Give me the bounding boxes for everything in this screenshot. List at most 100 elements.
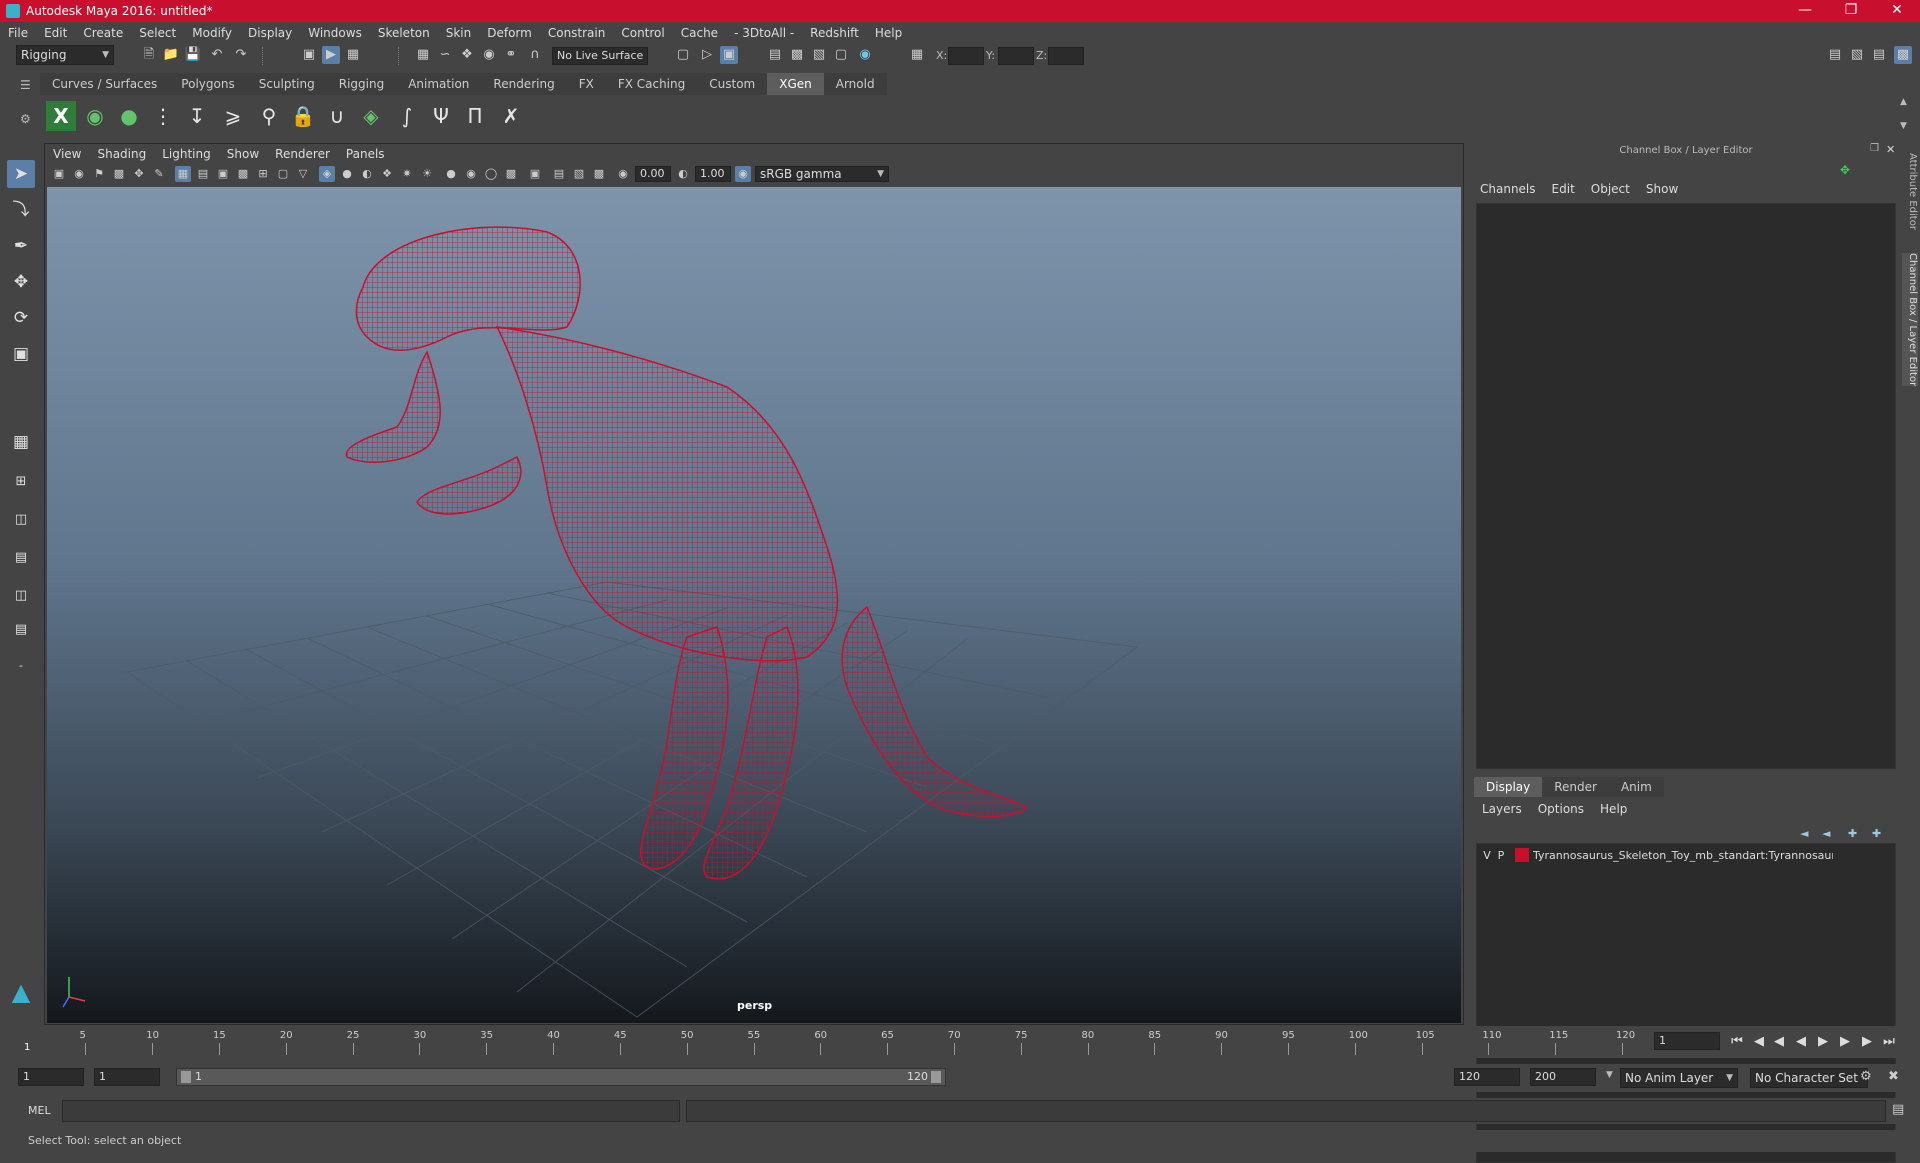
layer-tab-render[interactable]: Render (1542, 777, 1609, 797)
render-setup-icon[interactable]: ▧ (810, 46, 828, 64)
menu-constrain[interactable]: Constrain (540, 26, 614, 40)
anim-layer-dropdown[interactable]: No Anim Layer ▼ (1620, 1068, 1738, 1088)
safe-title-icon[interactable]: ▽ (295, 166, 311, 182)
range-start-handle[interactable] (181, 1071, 191, 1083)
shelf-tab-fx[interactable]: FX (566, 73, 606, 95)
new-scene-icon[interactable]: 🗎 (140, 46, 158, 64)
snap-view-plane-icon[interactable]: ◉ (480, 46, 498, 64)
new-layer-selected-icon[interactable]: ✚ (1872, 827, 1881, 840)
select-hierarchy-icon[interactable]: ▣ (300, 46, 318, 64)
lasso-tool-icon[interactable]: ⤵ (7, 196, 35, 224)
channel-box-menu-show[interactable]: Show (1638, 182, 1686, 196)
undo-icon[interactable]: ↶ (208, 46, 226, 64)
layer-tab-display[interactable]: Display (1474, 777, 1543, 797)
menu-display[interactable]: Display (240, 26, 300, 40)
four-view-layout-icon[interactable]: ⊞ (7, 468, 35, 496)
layer-visibility-toggle[interactable]: V (1481, 849, 1493, 862)
shelf-tab-curves-surfaces[interactable]: Curves / Surfaces (40, 73, 170, 95)
float-panel-icon[interactable]: ❐ (1870, 143, 1879, 154)
range-end-handle[interactable] (931, 1071, 941, 1083)
grid-toggle-icon[interactable]: ▦ (175, 166, 191, 182)
wireframe-shading-icon[interactable]: ◈ (319, 166, 335, 182)
gate-mask-icon[interactable]: ▩ (235, 166, 251, 182)
script-language-button[interactable]: MEL (28, 1104, 51, 1117)
anti-aliasing-icon[interactable]: ◯ (483, 166, 499, 182)
y-coordinate-field[interactable] (998, 47, 1034, 65)
save-scene-icon[interactable]: 💾 (184, 46, 202, 64)
render-settings-icon[interactable]: ▤ (766, 46, 784, 64)
menu-file[interactable]: File (0, 26, 36, 40)
go-to-end-icon[interactable]: ⏭ (1880, 1033, 1898, 1051)
isolate-select-icon[interactable]: ▣ (527, 166, 543, 182)
smooth-shade-icon[interactable]: ● (339, 166, 355, 182)
x-coordinate-field[interactable] (948, 47, 984, 65)
persp-hypershade-layout-icon[interactable]: ◫ (7, 582, 35, 610)
shelf-tab-animation[interactable]: Animation (396, 73, 482, 95)
shelf-tab-sculpting[interactable]: Sculpting (246, 73, 327, 95)
render-view-icon[interactable]: ▢ (674, 46, 692, 64)
viewport-menu-shading[interactable]: Shading (89, 147, 154, 161)
make-live-icon[interactable]: ⚭ (502, 46, 520, 64)
paint-select-tool-icon[interactable]: ✒ (7, 232, 35, 260)
character-set-dropdown[interactable]: No Character Set (1750, 1068, 1868, 1088)
step-forward-frame-icon[interactable]: ▶ (1858, 1033, 1876, 1051)
range-bar[interactable]: 1 120 (176, 1068, 946, 1086)
menu-3dtoall[interactable]: - 3DtoAll - (726, 26, 802, 40)
viewport-menu-show[interactable]: Show (219, 147, 267, 161)
chevron-down-icon[interactable]: ▼ (1606, 1070, 1613, 1080)
side-tab-attribute-editor[interactable]: Attribute Editor (1902, 153, 1918, 230)
play-forwards-icon[interactable]: ▶ (1814, 1033, 1832, 1051)
command-input[interactable] (62, 1100, 680, 1122)
gamma-icon[interactable]: ◐ (675, 166, 691, 182)
xgen-description-icon[interactable]: ● (114, 101, 144, 131)
bookmark-icon[interactable]: ⚑ (91, 166, 107, 182)
script-editor-icon[interactable]: ▤ (1892, 1102, 1904, 1117)
viewport-menu-lighting[interactable]: Lighting (154, 147, 219, 161)
snap-curve-icon[interactable]: ∽ (436, 46, 454, 64)
menu-skeleton[interactable]: Skeleton (370, 26, 438, 40)
menu-modify[interactable]: Modify (184, 26, 240, 40)
menu-select[interactable]: Select (131, 26, 184, 40)
magnet-icon[interactable]: ∩ (526, 46, 544, 64)
manipulator-icon[interactable]: ✥ (1840, 163, 1850, 177)
playback-start-field[interactable]: 1 (94, 1068, 160, 1086)
resolution-gate-icon[interactable]: ▣ (215, 166, 231, 182)
menu-skin[interactable]: Skin (438, 26, 480, 40)
layer-tab-anim[interactable]: Anim (1608, 777, 1664, 797)
shelf-settings-icon[interactable]: ⚙ (20, 112, 34, 126)
wireframe-on-shaded-icon[interactable]: ◐ (359, 166, 375, 182)
move-tool-icon[interactable]: ✥ (7, 268, 35, 296)
xgen-editor-icon[interactable]: X (46, 101, 76, 131)
2d-pan-zoom-icon[interactable]: ✥ (131, 166, 147, 182)
modeling-toolkit-icon[interactable]: ▤ (1826, 46, 1844, 64)
side-tab-channel-box[interactable]: Channel Box / Layer Editor (1902, 253, 1918, 387)
hypershade-icon[interactable]: ▩ (788, 46, 806, 64)
tool-settings-toggle-icon[interactable]: ▤ (1870, 46, 1888, 64)
shelf-tab-rendering[interactable]: Rendering (481, 73, 567, 95)
persp-viewport[interactable]: persp (47, 187, 1461, 1023)
z-coordinate-field[interactable] (1048, 47, 1084, 65)
menu-redshift[interactable]: Redshift (802, 26, 867, 40)
add-guide-icon[interactable]: ↧ (182, 101, 212, 131)
single-perspective-layout-icon[interactable]: ▦ (7, 428, 35, 456)
motion-blur-icon[interactable]: ◉ (463, 166, 479, 182)
channel-box-menu-edit[interactable]: Edit (1544, 182, 1583, 196)
layer-menu-layers[interactable]: Layers (1474, 802, 1530, 816)
layer-playback-toggle[interactable]: P (1495, 849, 1507, 862)
safe-action-icon[interactable]: ▢ (275, 166, 291, 182)
depth-of-field-icon[interactable]: ▩ (503, 166, 519, 182)
lock-guide-icon[interactable]: 🔒 (288, 101, 318, 131)
select-component-icon[interactable]: ▦ (344, 46, 362, 64)
shelf-menu-icon[interactable]: ☰ (20, 78, 34, 92)
channel-box-menu-channels[interactable]: Channels (1472, 182, 1544, 196)
auto-key-icon[interactable]: ⚙ (1860, 1069, 1872, 1084)
sculpt-guide-icon[interactable]: ⚲ (254, 101, 284, 131)
select-camera-icon[interactable]: ▣ (51, 166, 67, 182)
attribute-editor-toggle-icon[interactable]: ▧ (1848, 46, 1866, 64)
gamma-field[interactable]: 1.00 (695, 166, 731, 182)
animation-preferences-icon[interactable]: ✖ (1888, 1069, 1899, 1084)
color-space-dropdown[interactable]: sRGB gamma ▼ (755, 166, 889, 182)
move-layer-up-icon[interactable]: ◄ (1800, 827, 1808, 840)
live-surface-field[interactable]: No Live Surface (552, 47, 648, 65)
shelf-scroll-up-icon[interactable]: ▲ (1900, 97, 1907, 107)
